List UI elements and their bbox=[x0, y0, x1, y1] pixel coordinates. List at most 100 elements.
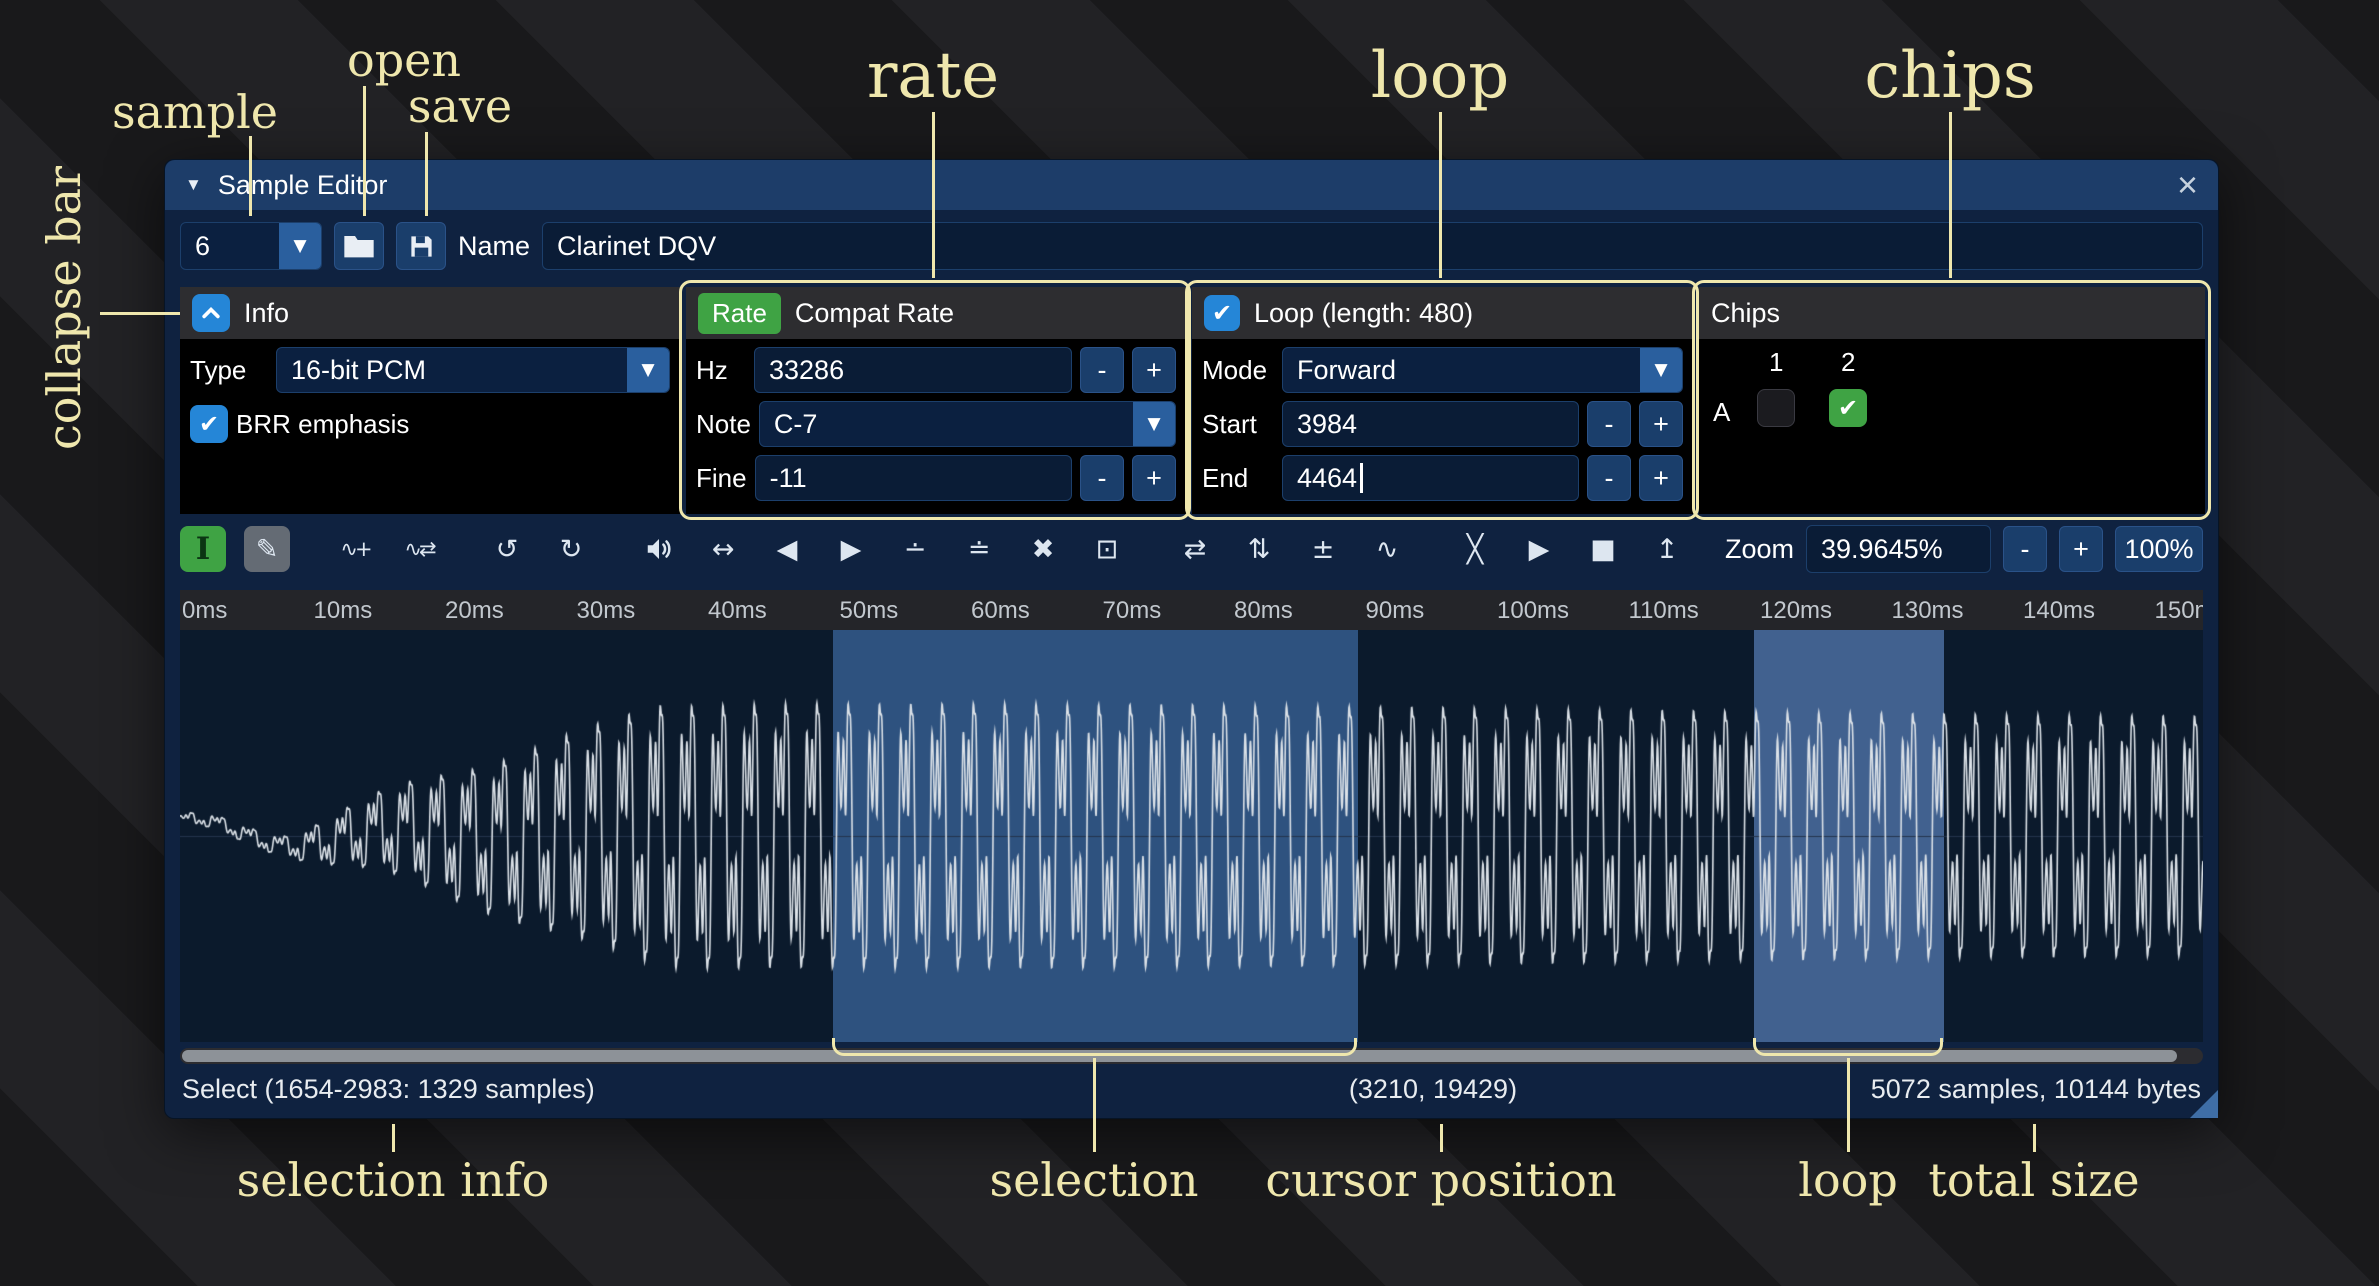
invert-icon: ⇅ bbox=[1248, 534, 1271, 565]
resample-button[interactable]: ∿⇄ bbox=[396, 526, 442, 572]
total-size-text: 5072 samples, 10144 bytes bbox=[1871, 1074, 2201, 1105]
sample-row: 6 ▼ Name Clarinet DQV bbox=[180, 222, 2203, 270]
annotation-line-chips bbox=[1949, 112, 1952, 278]
sign-icon: ± bbox=[1312, 534, 1335, 565]
normalize-button[interactable]: ↔ bbox=[700, 526, 746, 572]
info-panel-header: Info bbox=[180, 287, 680, 339]
make-instrument-button[interactable]: ↥ bbox=[1644, 526, 1690, 572]
undo-icon: ↺ bbox=[496, 534, 519, 565]
info-header-label: Info bbox=[244, 298, 289, 329]
window-resize-grip[interactable] bbox=[2190, 1090, 2218, 1118]
annotation-line-sample bbox=[249, 136, 252, 216]
delete-button[interactable]: ✖ bbox=[1020, 526, 1066, 572]
undo-button[interactable]: ↺ bbox=[484, 526, 530, 572]
preview-icon: ▶ bbox=[1529, 534, 1550, 565]
sample-number-dropdown[interactable]: 6 ▼ bbox=[180, 222, 322, 270]
info-panel: Info Type 16-bit PCM ▼ ✔ BRR emphasis bbox=[180, 287, 680, 514]
fade-out-icon: ▶ bbox=[841, 534, 862, 565]
ruler-label: 10ms bbox=[314, 597, 373, 625]
normalize-icon: ↔ bbox=[712, 534, 735, 565]
amplify-icon bbox=[644, 534, 674, 564]
annotation-cursor-position: cursor position bbox=[1265, 1153, 1616, 1207]
resize-button[interactable]: ∿+ bbox=[332, 526, 378, 572]
rate-annotation-box bbox=[679, 280, 1191, 520]
fade-out-button[interactable]: ▶ bbox=[828, 526, 874, 572]
screenshot-root: sample open save rate loop chips collaps… bbox=[0, 0, 2379, 1286]
type-label: Type bbox=[190, 355, 268, 386]
crossfade-icon: ╳ bbox=[1467, 534, 1483, 565]
stop-preview-button[interactable]: ■ bbox=[1580, 526, 1626, 572]
cursor-position-text: (3210, 19429) bbox=[1349, 1074, 1517, 1105]
insert-silence-button[interactable]: ∸ bbox=[892, 526, 938, 572]
annotation-line-loop bbox=[1439, 112, 1442, 278]
annotation-selection: selection bbox=[989, 1153, 1198, 1207]
folder-icon bbox=[343, 233, 375, 259]
annotation-line-total-size bbox=[2033, 1124, 2036, 1152]
ruler-label: 60ms bbox=[971, 597, 1030, 625]
zoom-minus-button[interactable]: - bbox=[2003, 526, 2047, 572]
annotation-chips: chips bbox=[1864, 39, 2035, 113]
select-tool-button[interactable]: I bbox=[180, 526, 226, 572]
chips-annotation-box bbox=[1692, 280, 2211, 520]
zoom-plus-button[interactable]: + bbox=[2059, 526, 2103, 572]
zoom-value: 39.9645% bbox=[1821, 534, 1943, 565]
save-button[interactable] bbox=[396, 222, 446, 270]
preview-button[interactable]: ▶ bbox=[1516, 526, 1562, 572]
ruler-label: 20ms bbox=[445, 597, 504, 625]
redo-button[interactable]: ↻ bbox=[548, 526, 594, 572]
toolbar: I ✎ ∿+ ∿⇄ ↺ ↻ ↔ ◀ ▶ ∸ ≐ ✖ ⊡ ⇄ ⇅ ± ∿ ╳ ▶ ■ ↥ Zoom 39.9645% - … bbox=[180, 524, 2203, 574]
reverse-button[interactable]: ⇄ bbox=[1172, 526, 1218, 572]
crossfade-button[interactable]: ╳ bbox=[1452, 526, 1498, 572]
name-input[interactable]: Clarinet DQV bbox=[542, 222, 2203, 270]
filter-button[interactable]: ∿ bbox=[1364, 526, 1410, 572]
ruler-label: 70ms bbox=[1103, 597, 1162, 625]
apply-silence-button[interactable]: ≐ bbox=[956, 526, 1002, 572]
stop-preview-icon: ■ bbox=[1590, 534, 1616, 565]
window-collapse-icon[interactable]: ▼ bbox=[185, 175, 202, 195]
annotation-line-selection-info bbox=[392, 1124, 395, 1152]
brr-emphasis-checkbox[interactable]: ✔ bbox=[190, 405, 228, 443]
select-tool-icon: I bbox=[196, 531, 211, 567]
annotation-sample: sample bbox=[112, 85, 278, 139]
annotation-rate: rate bbox=[867, 39, 999, 113]
open-button[interactable] bbox=[334, 222, 384, 270]
close-icon[interactable]: × bbox=[2177, 167, 2198, 203]
name-label: Name bbox=[458, 231, 530, 262]
ruler-label: 50ms bbox=[840, 597, 899, 625]
type-value: 16-bit PCM bbox=[277, 348, 627, 392]
type-dropdown[interactable]: 16-bit PCM ▼ bbox=[276, 347, 670, 393]
timeline-ruler[interactable]: 0ms10ms20ms30ms40ms50ms60ms70ms80ms90ms1… bbox=[180, 590, 2203, 630]
ruler-label: 80ms bbox=[1234, 597, 1293, 625]
delete-icon: ✖ bbox=[1032, 534, 1055, 565]
draw-tool-button[interactable]: ✎ bbox=[244, 526, 290, 572]
loop-annotation-box bbox=[1185, 280, 1699, 520]
annotation-line-cursor-position bbox=[1440, 1124, 1443, 1152]
window-title: Sample Editor bbox=[218, 170, 388, 201]
annotation-line-rate bbox=[932, 112, 935, 278]
selection-info-text: Select (1654-2983: 1329 samples) bbox=[182, 1074, 595, 1105]
fade-in-button[interactable]: ◀ bbox=[764, 526, 810, 572]
ruler-label: 150ms bbox=[2155, 597, 2204, 625]
filter-icon: ∿ bbox=[1376, 534, 1399, 565]
waveform-canvas[interactable] bbox=[180, 630, 2203, 1042]
invert-button[interactable]: ⇅ bbox=[1236, 526, 1282, 572]
zoom-controls: Zoom 39.9645% - + 100% bbox=[1725, 525, 2203, 573]
annotation-loop-marker: loop bbox=[1798, 1153, 1898, 1207]
loop-bracket bbox=[1753, 1038, 1943, 1056]
reverse-icon: ⇄ bbox=[1184, 534, 1207, 565]
trim-button[interactable]: ⊡ bbox=[1084, 526, 1130, 572]
ruler-label: 140ms bbox=[2023, 597, 2095, 625]
ruler-label: 100ms bbox=[1497, 597, 1569, 625]
zoom-input[interactable]: 39.9645% bbox=[1806, 525, 1991, 573]
waveform-area[interactable] bbox=[180, 630, 2203, 1042]
amplify-button[interactable] bbox=[636, 526, 682, 572]
zoom-reset-button[interactable]: 100% bbox=[2115, 526, 2203, 572]
collapse-bar-button[interactable] bbox=[192, 294, 230, 332]
fade-in-icon: ◀ bbox=[777, 534, 798, 565]
chevron-down-icon: ▼ bbox=[279, 223, 321, 269]
floppy-icon bbox=[408, 233, 435, 260]
ruler-label: 120ms bbox=[1760, 597, 1832, 625]
ruler-label: 110ms bbox=[1629, 597, 1699, 625]
sign-button[interactable]: ± bbox=[1300, 526, 1346, 572]
chevron-down-icon: ▼ bbox=[627, 348, 669, 392]
